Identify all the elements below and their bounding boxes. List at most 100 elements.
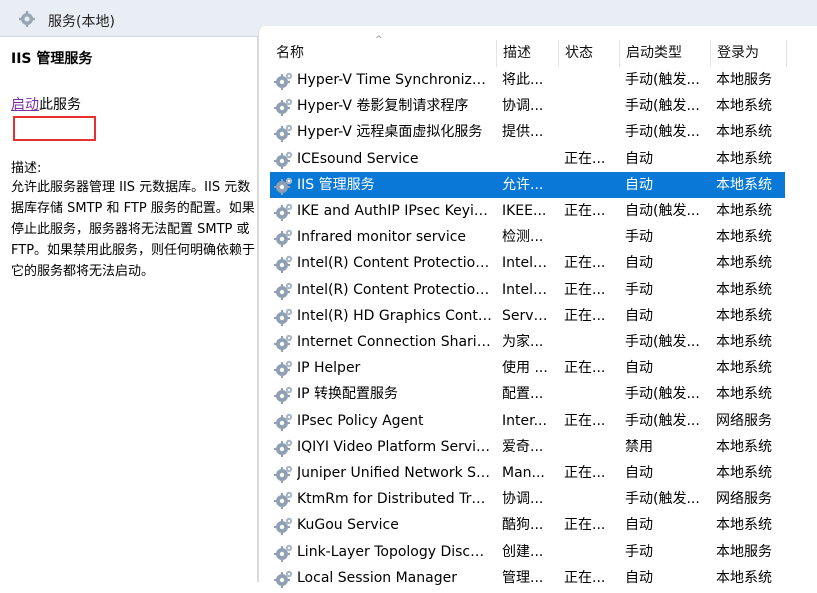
- service-gear-icon: [274, 150, 294, 170]
- service-logon: 本地系统: [716, 124, 772, 141]
- service-description: 使用 ...: [502, 360, 548, 377]
- service-row[interactable]: Intel(R) Content Protection HDCP Service…: [270, 250, 785, 276]
- service-name: IP 转换配置服务: [297, 386, 399, 403]
- service-name: Local Session Manager: [297, 569, 457, 586]
- service-status: 正在...: [564, 281, 606, 298]
- service-name: Link-Layer Topology Discovery Mapper: [297, 543, 492, 560]
- service-gear-icon: [274, 438, 294, 458]
- service-gear-icon: [274, 385, 294, 405]
- service-row[interactable]: IP Helper 使用 ... 正在... 自动 本地系统: [270, 355, 785, 381]
- service-logon: 本地系统: [716, 334, 772, 350]
- service-logon: 本地服务: [716, 72, 772, 88]
- service-row[interactable]: Hyper-V 远程桌面虚拟化服务 提供... 手动(触发... 本地系统: [270, 119, 785, 145]
- service-startup-type: 自动: [625, 307, 653, 324]
- column-header-startup-type[interactable]: 启动类型: [619, 40, 710, 67]
- service-description: 将此...: [502, 72, 544, 88]
- service-logon: 网络服务: [716, 491, 772, 508]
- service-gear-icon: [274, 412, 294, 432]
- service-description: 协调...: [502, 491, 544, 508]
- window-title: 服务(本地): [48, 14, 115, 30]
- service-description: 创建...: [502, 543, 544, 560]
- service-name: Hyper-V Time Synchronization Service: [297, 72, 492, 88]
- service-name: IPsec Policy Agent: [297, 412, 424, 429]
- service-startup-type: 自动: [625, 569, 653, 586]
- service-logon: 本地系统: [716, 229, 772, 246]
- service-row[interactable]: IP 转换配置服务 配置... 手动(触发... 本地系统: [270, 381, 785, 407]
- service-row[interactable]: Hyper-V 卷影复制请求程序 协调... 手动(触发... 本地系统: [270, 93, 785, 119]
- description-text: 允许此服务器管理 IIS 元数据库。IIS 元数据库存储 SMTP 和 FTP …: [11, 180, 256, 279]
- service-name: KuGou Service: [297, 517, 399, 534]
- service-gear-icon: [274, 464, 294, 484]
- service-status: [564, 381, 610, 407]
- service-logon: 本地系统: [716, 307, 772, 324]
- service-startup-type: 手动(触发...: [625, 412, 700, 429]
- service-status: [564, 119, 610, 145]
- service-row[interactable]: IPsec Policy Agent Inter... 正在... 手动(触发... 网…: [270, 408, 785, 434]
- service-row[interactable]: Juniper Unified Network Service Man... 正在.…: [270, 460, 785, 486]
- service-description: Inter...: [502, 412, 547, 429]
- service-description: 为家...: [502, 334, 544, 350]
- service-logon: 本地系统: [716, 203, 772, 219]
- service-status: [564, 93, 610, 119]
- service-row[interactable]: Intel(R) Content Protection HECI Service…: [270, 277, 785, 303]
- service-gear-icon: [274, 71, 294, 91]
- service-description: 允许...: [502, 176, 544, 193]
- service-gear-icon: [274, 123, 294, 143]
- service-name: IKE and AuthIP IPsec Keying Modules: [297, 203, 492, 219]
- highlight-box: [13, 116, 96, 141]
- service-description: 爱奇...: [502, 438, 544, 455]
- service-description: IKEE...: [502, 203, 547, 219]
- service-status: [564, 172, 610, 198]
- service-name: Juniper Unified Network Service: [297, 465, 492, 481]
- service-gear-icon: [274, 97, 294, 117]
- column-header-status[interactable]: 状态: [558, 40, 619, 67]
- service-row[interactable]: IIS 管理服务 允许... 自动 本地系统: [270, 171, 785, 198]
- service-row[interactable]: KtmRm for Distributed Transaction Coordi…: [270, 486, 785, 512]
- service-gear-icon: [274, 490, 294, 510]
- column-header-name[interactable]: 名称: [270, 40, 496, 67]
- service-gear-icon: [274, 516, 294, 536]
- service-row[interactable]: Infrared monitor service 检测... 手动 本地系统: [270, 224, 785, 250]
- service-startup-type: 手动(触发...: [625, 334, 700, 350]
- service-startup-type: 自动: [625, 255, 653, 272]
- service-row[interactable]: Link-Layer Topology Discovery Mapper 创建..…: [270, 539, 785, 565]
- start-service-link[interactable]: 启动: [11, 97, 39, 113]
- service-row[interactable]: IKE and AuthIP IPsec Keying Modules IKEE.…: [270, 198, 785, 224]
- service-logon: 本地系统: [716, 176, 772, 193]
- service-name: Intel(R) HD Graphics Control Panel Servi…: [297, 307, 492, 324]
- service-status: 正在...: [564, 412, 606, 429]
- service-status: 正在...: [564, 569, 606, 586]
- service-startup-type: 手动: [625, 543, 653, 560]
- service-status: [564, 434, 610, 460]
- service-status: 正在...: [564, 150, 606, 167]
- description-label: 描述:: [11, 161, 42, 176]
- service-row[interactable]: ICEsound Service 正在... 自动 本地系统: [270, 146, 785, 172]
- service-startup-type: 自动: [625, 465, 653, 481]
- service-name: Intel(R) Content Protection HDCP Service: [297, 255, 492, 272]
- service-row[interactable]: IQIYI Video Platform Service 爱奇... 禁用 本地系统: [270, 434, 785, 460]
- service-name: Hyper-V 远程桌面虚拟化服务: [297, 124, 483, 141]
- service-logon: 本地系统: [716, 465, 772, 481]
- service-startup-type: 手动: [625, 229, 653, 246]
- column-header-description[interactable]: 描述: [496, 40, 558, 67]
- service-status: 正在...: [564, 255, 606, 272]
- service-row[interactable]: Hyper-V Time Synchronization Service 将此..…: [270, 67, 785, 93]
- service-name: Infrared monitor service: [297, 229, 467, 246]
- service-row[interactable]: KuGou Service 酷狗... 正在... 自动 本地系统: [270, 512, 785, 538]
- service-row[interactable]: Intel(R) HD Graphics Control Panel Servi…: [270, 303, 785, 329]
- service-startup-type: 自动: [625, 176, 653, 193]
- service-logon: 本地系统: [716, 98, 772, 115]
- column-header-logon[interactable]: 登录为: [710, 40, 786, 67]
- services-gear-icon: [18, 10, 36, 32]
- service-gear-icon: [274, 543, 294, 563]
- service-startup-type: 自动: [625, 360, 653, 377]
- service-logon: 本地服务: [716, 543, 772, 560]
- service-row[interactable]: Internet Connection Sharing (ICS) 为家... 手动…: [270, 329, 785, 355]
- service-row[interactable]: Local Session Manager 管理... 正在... 自动 本地系统: [270, 565, 785, 591]
- service-startup-type: 手动(触发...: [625, 491, 700, 508]
- service-startup-type: 自动(触发...: [625, 203, 700, 219]
- service-logon: 本地系统: [716, 386, 772, 403]
- service-status: [564, 539, 610, 565]
- service-gear-icon: [274, 228, 294, 248]
- service-gear-icon: [274, 281, 294, 301]
